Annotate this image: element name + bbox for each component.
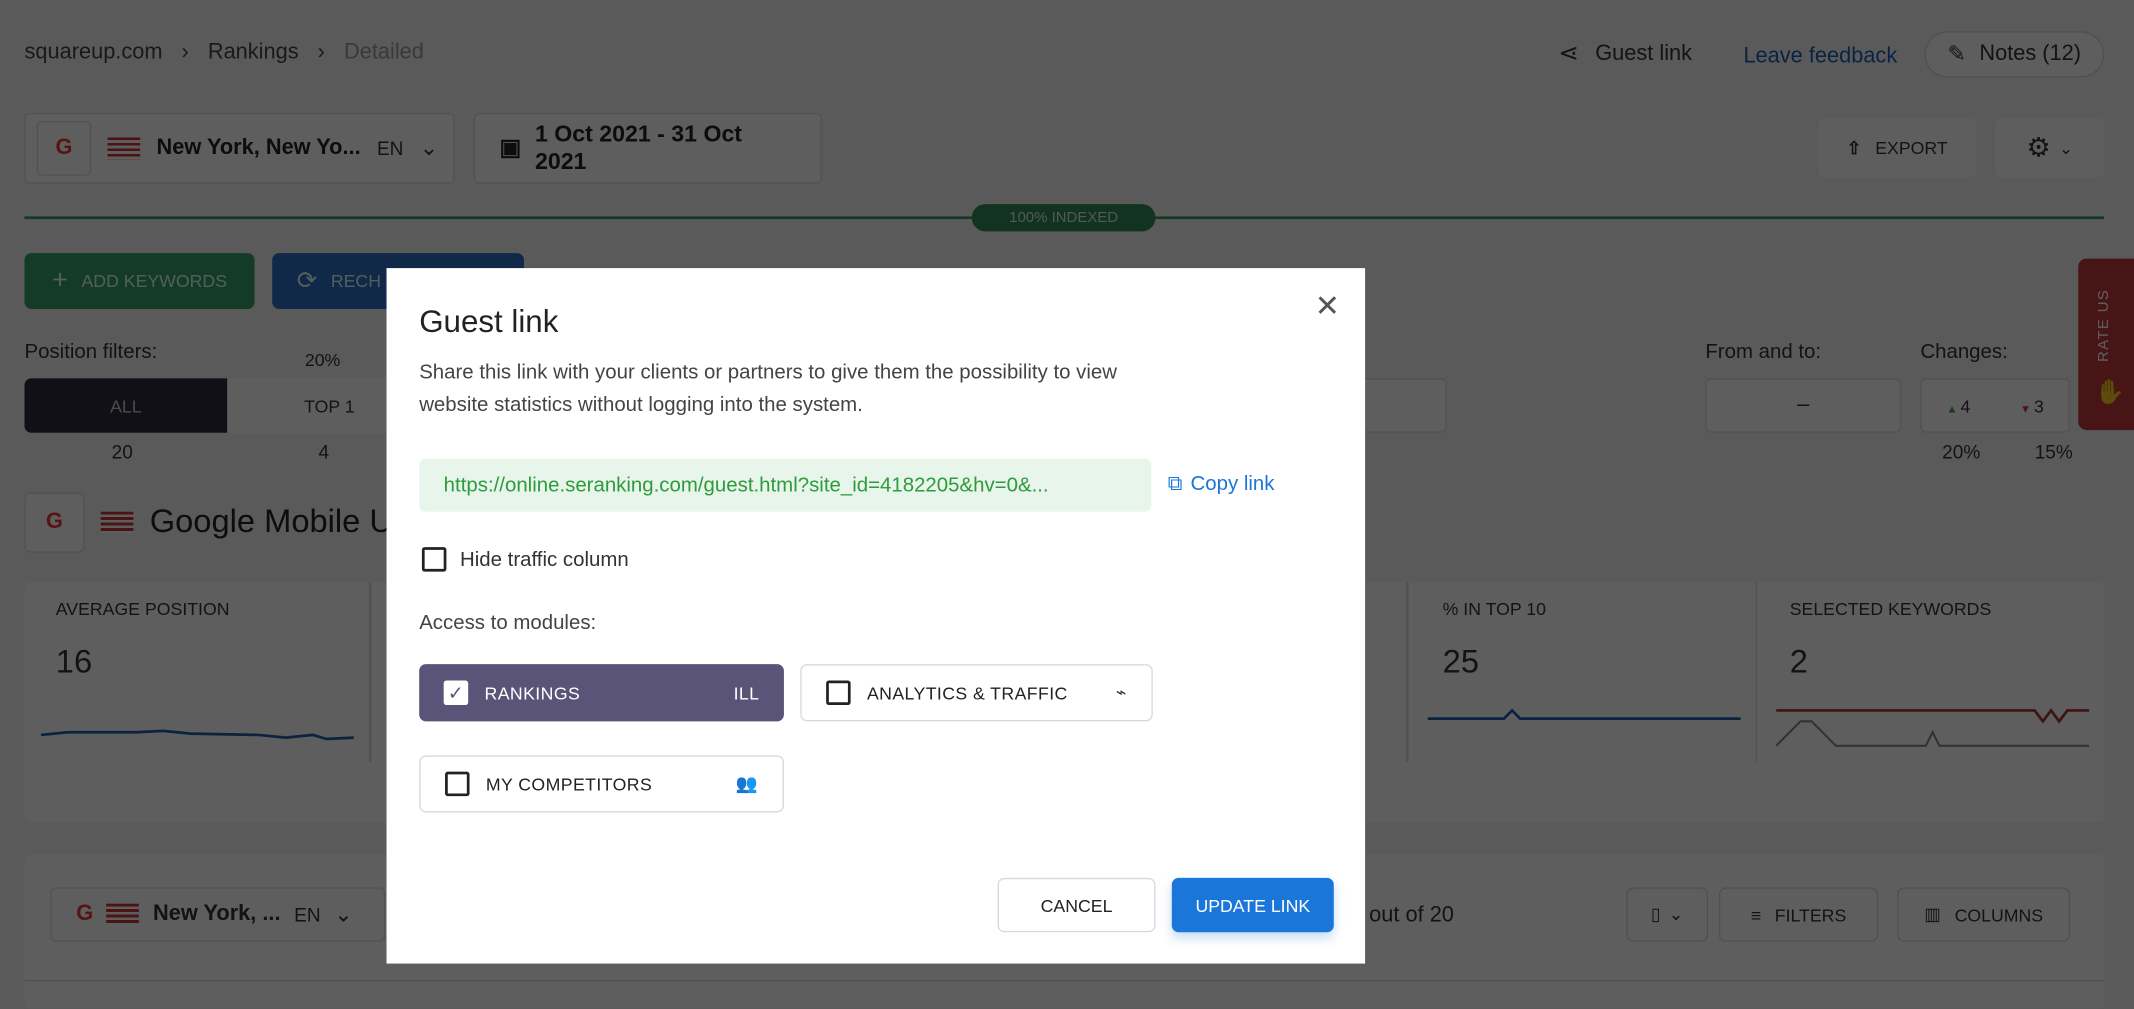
stat-top10: % IN TOP 10 25 [1442, 598, 1546, 681]
changes-filter[interactable]: ▲ 4 ▼ 3 [1920, 378, 2071, 433]
breadcrumb-current: Detailed [343, 40, 424, 64]
breadcrumb: squareup.com › Rankings › Detailed [24, 40, 424, 65]
chevron-down-icon: ⌄ [334, 903, 353, 927]
filter-icon: ≡ [1750, 904, 1762, 925]
us-flag-icon [100, 511, 134, 534]
engine-row: G Google Mobile U [24, 492, 393, 553]
gear-icon: ⚙ [2026, 133, 2051, 164]
thumb-icon: ✋ [2094, 378, 2126, 406]
settings-button[interactable]: ⚙ ⌄ [1995, 118, 2105, 177]
checkbox-icon [445, 771, 470, 797]
google-mobile-icon: G [36, 121, 92, 176]
rate-us-tab[interactable]: RATE US ✋ [2078, 258, 2134, 431]
calendar-icon: ▣ [499, 134, 522, 161]
filters-button[interactable]: ≡ FILTERS [1718, 887, 1879, 942]
mobile-icon: ▯ [1650, 903, 1661, 925]
indexed-badge: 100% INDEXED [971, 204, 1156, 232]
modal-title: Guest link [419, 303, 559, 339]
table-header [24, 979, 2105, 1009]
export-button[interactable]: ⇧ EXPORT [1818, 118, 1977, 177]
average-position-sparkline [40, 729, 354, 741]
copy-icon: ⧉ [1167, 472, 1183, 496]
arrow-down-icon: ▼ [2020, 402, 2034, 415]
sparkline-line [1776, 708, 2090, 724]
guest-link-modal: Guest link ✕ Share this link with your c… [386, 268, 1366, 964]
guest-link-button[interactable]: ⋖ Guest link [1558, 39, 1692, 68]
close-icon: ✕ [1314, 288, 1340, 323]
users-icon: 👥 [735, 773, 759, 794]
cancel-button[interactable]: CANCEL [997, 877, 1156, 933]
leave-feedback-link[interactable]: Leave feedback [1743, 45, 1897, 69]
sparkline-line [1427, 708, 1741, 720]
us-flag-icon [106, 903, 140, 926]
edit-icon: ✎ [1947, 43, 1966, 67]
device-select[interactable]: ▯ ⌄ [1626, 887, 1709, 942]
from-to-range[interactable]: – [1705, 378, 1902, 433]
changes-up[interactable]: ▲ 4 [1947, 395, 1971, 415]
checkbox-icon [826, 680, 851, 705]
location-select[interactable]: G New York, New Yo... EN ⌄ [24, 112, 455, 184]
notes-button[interactable]: ✎ Notes (12) [1924, 31, 2105, 78]
hide-traffic-checkbox[interactable]: Hide traffic column [421, 547, 629, 572]
sparkline-line [40, 729, 354, 741]
arrow-up-icon: ▲ [1946, 402, 1961, 415]
sparkline-line [1776, 720, 2090, 747]
close-button[interactable]: ✕ [1315, 289, 1340, 324]
checkbox-icon [421, 547, 447, 572]
date-range-picker[interactable]: ▣ 1 Oct 2021 - 31 Oct 2021 [473, 112, 823, 184]
chevron-down-icon: ⌄ [2059, 138, 2073, 158]
google-mobile-icon: G [24, 492, 85, 553]
columns-button[interactable]: ▥ COLUMNS [1897, 887, 2071, 942]
columns-icon: ▥ [1924, 903, 1941, 925]
add-keywords-button[interactable]: + ADD KEYWORDS [24, 253, 255, 309]
refresh-icon: ⟳ [296, 266, 318, 294]
bar-chart-icon: ıll [733, 682, 760, 703]
share-icon: ⋖ [1558, 39, 1579, 67]
upload-icon: ⇧ [1846, 136, 1862, 158]
chevron-down-icon: ⌄ [419, 137, 439, 161]
guest-url-field[interactable]: https://online.seranking.com/guest.html?… [419, 458, 1152, 512]
stat-average-position: AVERAGE POSITION 16 [55, 598, 230, 681]
selected-keywords-sparkline [1776, 708, 2090, 747]
chevron-down-icon: ⌄ [1668, 903, 1684, 925]
plus-icon: + [51, 265, 68, 296]
filter-all[interactable]: ALL [24, 378, 228, 433]
google-mobile-icon: G [76, 902, 94, 926]
pulse-icon: ⌁ [1115, 681, 1127, 703]
module-rankings[interactable]: ✓ RANKINGS ıll [419, 664, 784, 722]
modal-description: Share this link with your clients or par… [419, 360, 1118, 417]
us-flag-icon [107, 137, 141, 160]
top10-sparkline [1427, 708, 1741, 720]
changes-down[interactable]: ▼ 3 [2020, 395, 2044, 415]
breadcrumb-rankings[interactable]: Rankings [208, 41, 299, 65]
copy-link-button[interactable]: ⧉ Copy link [1168, 472, 1275, 495]
breadcrumb-site[interactable]: squareup.com [24, 41, 162, 65]
checkbox-checked-icon: ✓ [443, 680, 469, 705]
table-location-select[interactable]: G New York, ... EN ⌄ [50, 887, 386, 942]
module-analytics-traffic[interactable]: ANALYTICS & TRAFFIC ⌁ [800, 664, 1153, 722]
stat-selected-keywords: SELECTED KEYWORDS 2 [1789, 598, 1992, 681]
module-my-competitors[interactable]: MY COMPETITORS 👥 [419, 755, 784, 813]
update-link-button[interactable]: UPDATE LINK [1171, 877, 1334, 933]
